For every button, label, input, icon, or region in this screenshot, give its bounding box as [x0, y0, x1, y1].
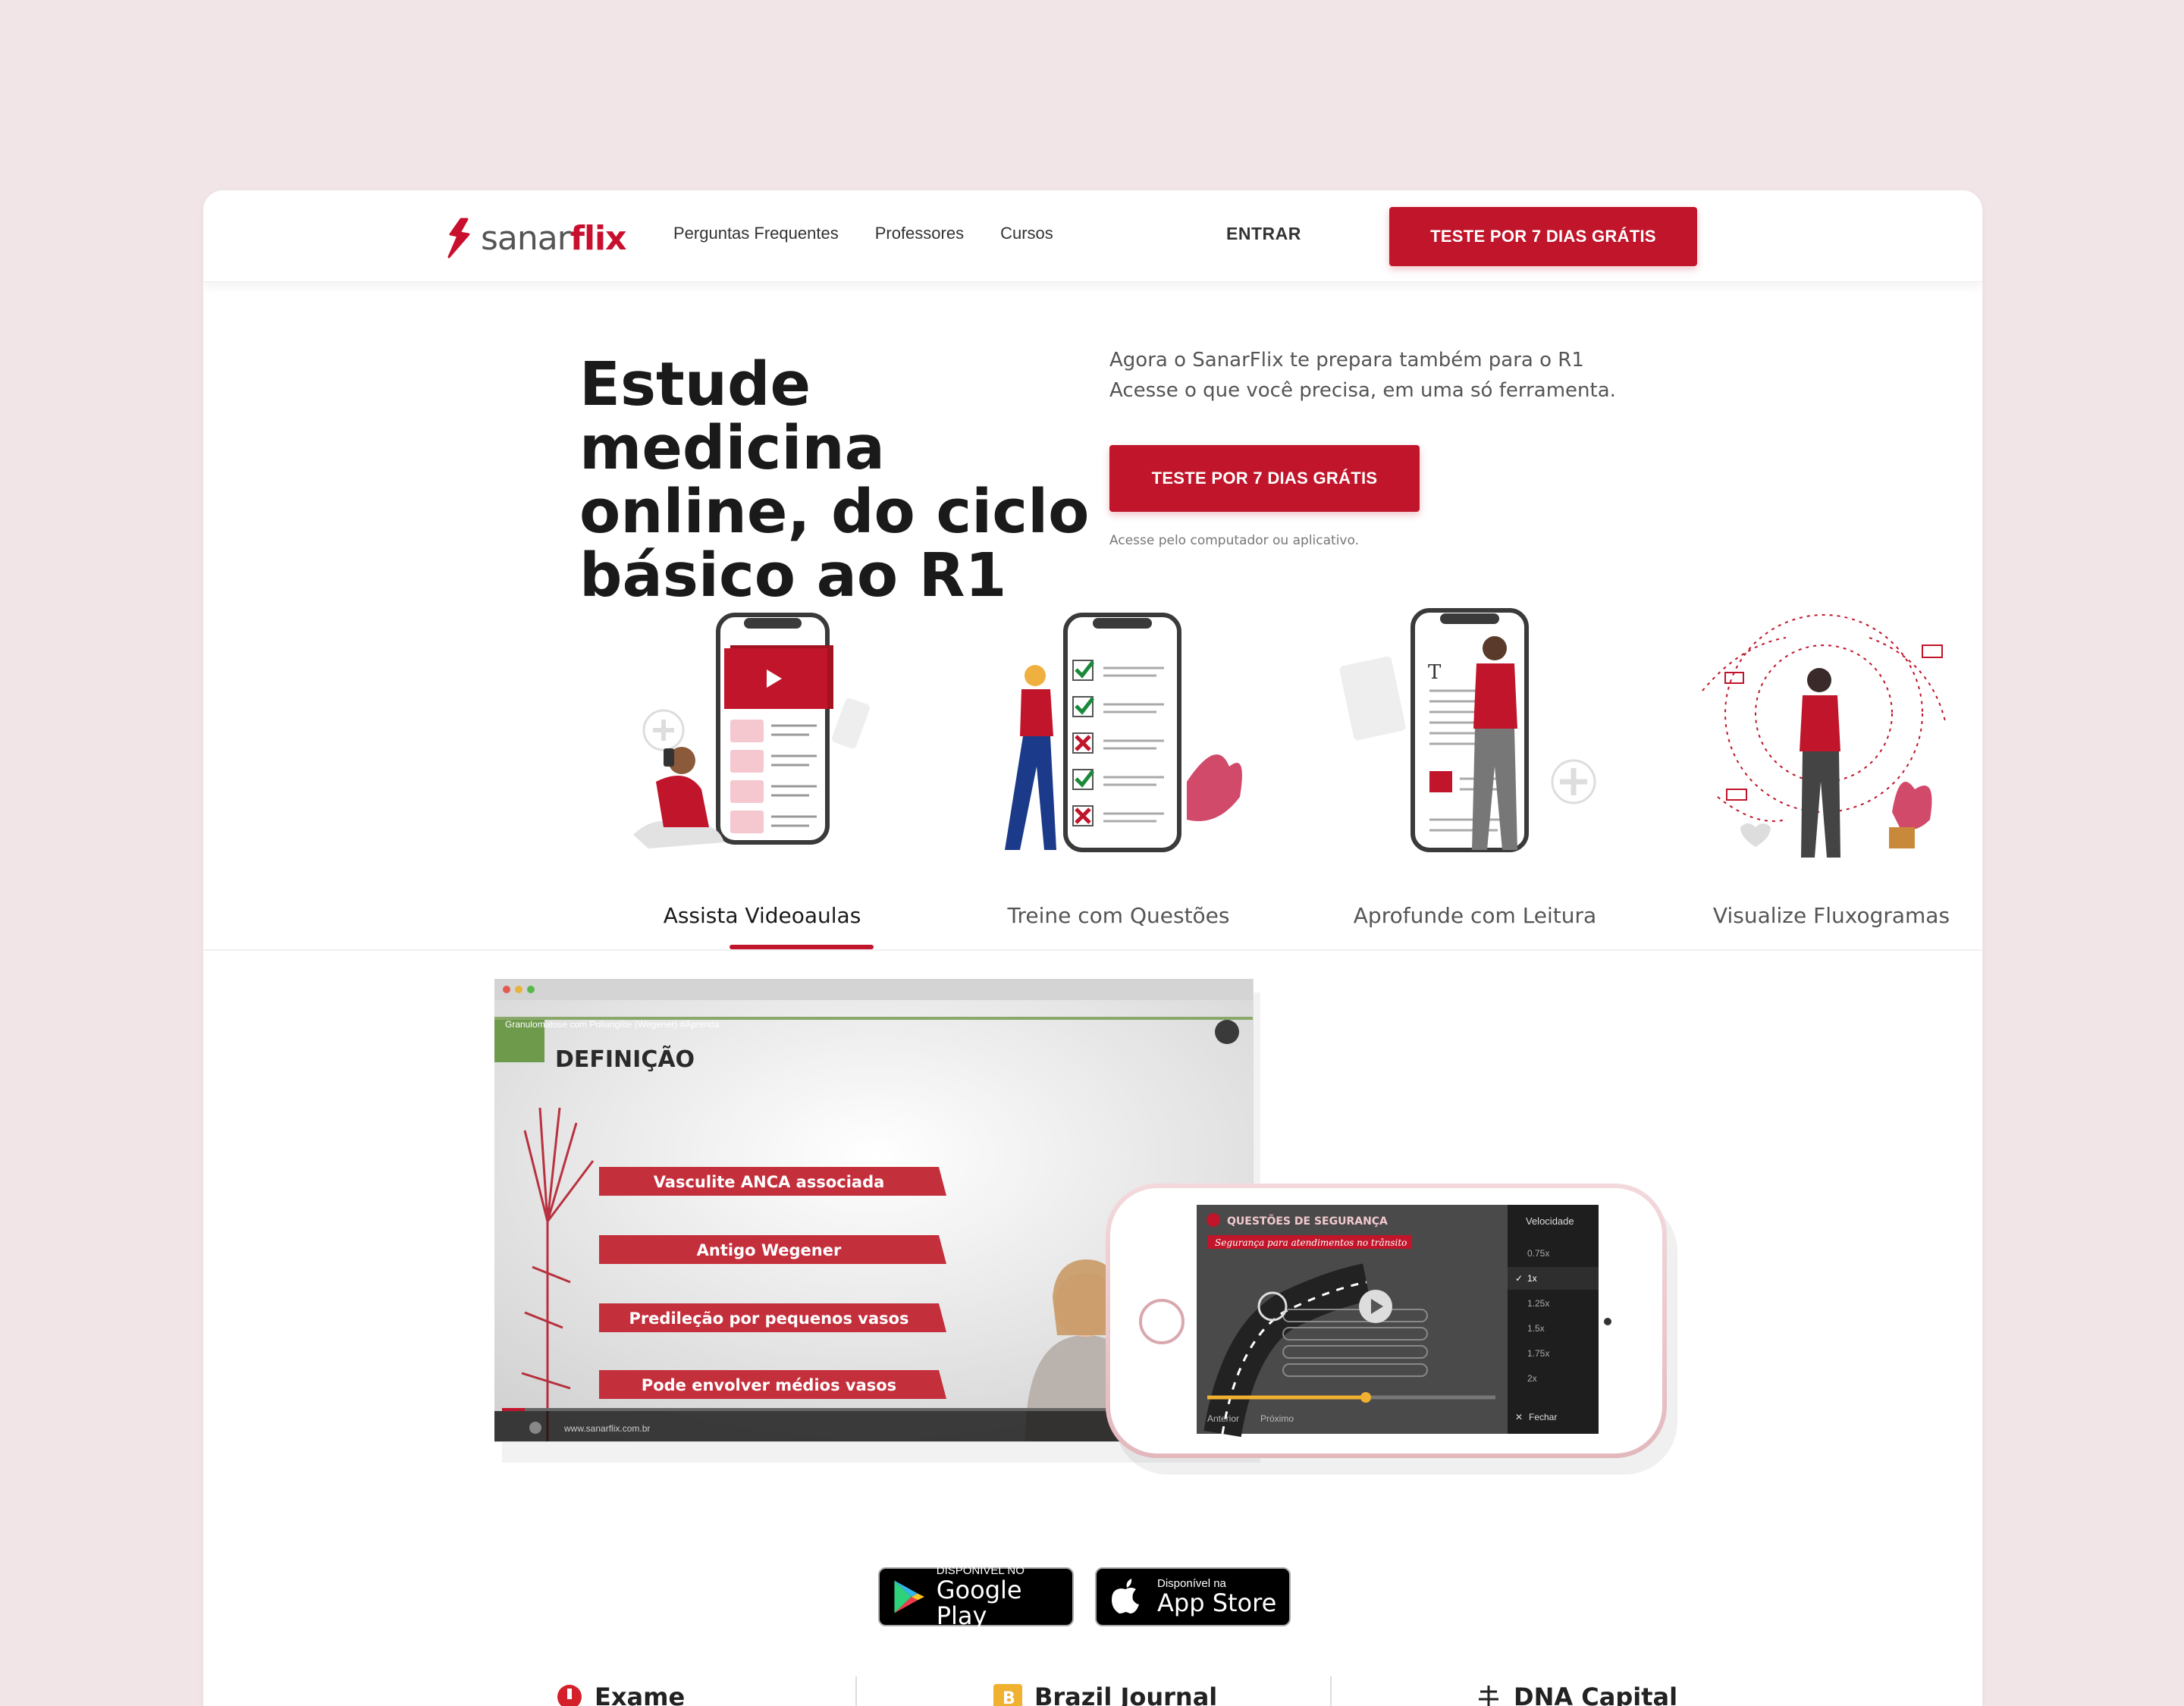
speed-option[interactable]: 1.75x: [1527, 1348, 1549, 1359]
slide-bullet: Predileção por pequenos vasos: [629, 1309, 908, 1328]
speed-menu-close[interactable]: Fechar: [1529, 1412, 1557, 1422]
tab-label: Visualize Fluxogramas: [1712, 903, 1950, 928]
google-play-big-text: Google Play: [936, 1576, 1022, 1630]
speed-option[interactable]: 1.25x: [1527, 1298, 1549, 1309]
tab-label: Aprofunde com Leitura: [1353, 903, 1597, 928]
tab-leitura[interactable]: T Aprofunde com Leitura: [1316, 600, 1634, 951]
player-play-icon[interactable]: [529, 1422, 541, 1434]
top-navigation: sanarflix Perguntas Frequentes Professor…: [203, 190, 1982, 282]
speed-option[interactable]: 2x: [1527, 1373, 1537, 1384]
logo-text-sanar: sanar: [481, 218, 571, 258]
hero-title-line: básico ao R1: [579, 541, 1007, 610]
phone-prev[interactable]: Anterior: [1207, 1413, 1239, 1424]
press-logos: Exame B Brazil Journal DNA Capital: [203, 1676, 1982, 1706]
phone-next[interactable]: Próximo: [1260, 1413, 1294, 1424]
apple-icon: [1112, 1579, 1139, 1613]
slide-title: DEFINIÇÃO: [555, 1045, 695, 1073]
login-link[interactable]: ENTRAR: [1226, 224, 1301, 244]
hero-title: Estude medicina online, do ciclo básico …: [579, 353, 1095, 607]
press-brazil-journal: B Brazil Journal: [993, 1682, 1217, 1706]
nav-trial-button[interactable]: TESTE POR 7 DIAS GRÁTIS: [1389, 207, 1697, 266]
tab-fluxogramas[interactable]: Visualize Fluxogramas: [1672, 600, 1982, 951]
press-name: DNA Capital: [1514, 1682, 1678, 1706]
press-exame: Exame: [557, 1682, 685, 1706]
slide-bullet: Pode envolver médios vasos: [642, 1376, 896, 1394]
brazil-journal-logo-icon: B: [993, 1684, 1022, 1706]
press-divider: [1330, 1676, 1332, 1706]
player-url: www.sanarflix.com.br: [563, 1423, 650, 1434]
dna-capital-logo-icon: [1479, 1686, 1498, 1706]
nav-link-cursos[interactable]: Cursos: [1000, 224, 1053, 243]
phone-home-button: [1139, 1299, 1185, 1344]
speed-option[interactable]: 1x: [1527, 1273, 1537, 1284]
nav-link-professores[interactable]: Professores: [875, 224, 964, 243]
speed-option[interactable]: 0.75x: [1527, 1248, 1549, 1259]
phone-video-subtitle: Segurança para atendimentos no trânsito: [1215, 1237, 1407, 1248]
fluxogramas-illustration-icon: [1702, 614, 1946, 858]
press-name: Exame: [595, 1682, 686, 1706]
nav-links: Perguntas Frequentes Professores Cursos: [673, 224, 1053, 243]
videoaulas-illustration-icon: [633, 613, 870, 848]
slide-bullet: Vasculite ANCA associada: [654, 1173, 885, 1191]
logo-text: sanarflix: [481, 218, 627, 258]
questoes-illustration-icon: [1005, 613, 1242, 852]
window-minimize-dot: [515, 986, 522, 993]
phone-video-title: QUESTÕES DE SEGURANÇA: [1227, 1214, 1388, 1228]
speed-option[interactable]: 1.5x: [1527, 1323, 1545, 1334]
video-header: Granulomatose com Poliangiíte (Wegener) …: [505, 1019, 720, 1030]
svg-text:T: T: [1428, 661, 1442, 684]
window-maximize-dot: [527, 986, 535, 993]
speed-menu-title: Velocidade: [1526, 1215, 1574, 1227]
landing-page-card: sanarflix Perguntas Frequentes Professor…: [203, 190, 1982, 1706]
slide-bullet: Antigo Wegener: [697, 1241, 842, 1259]
video-demo-graphic: Granulomatose com Poliangiíte (Wegener) …: [494, 978, 1677, 1475]
store-badges: DISPONÍVEL NO Google Play Disponível na …: [878, 1565, 1291, 1630]
player-settings-icon[interactable]: [1215, 1020, 1239, 1044]
nav-link-faq[interactable]: Perguntas Frequentes: [673, 224, 839, 243]
app-store-big-text: App Store: [1157, 1588, 1277, 1617]
press-divider: [855, 1676, 857, 1706]
phone-progress-handle[interactable]: [1360, 1392, 1371, 1403]
hero-subtitle-line: Acesse o que você precisa, em uma só fer…: [1109, 379, 1616, 402]
svg-text:✓: ✓: [1515, 1273, 1523, 1284]
press-dna-capital: DNA Capital: [1476, 1682, 1677, 1706]
press-name: Brazil Journal: [1034, 1682, 1218, 1706]
leitura-illustration-icon: T: [1339, 608, 1596, 852]
tab-label: Treine com Questões: [1007, 903, 1230, 928]
sanarflix-logo[interactable]: sanarflix: [444, 218, 627, 259]
svg-text:B: B: [1003, 1689, 1015, 1706]
app-store-badge[interactable]: Disponível na App Store: [1095, 1567, 1291, 1626]
hero-subtitle-line: Agora o SanarFlix te prepara também para…: [1109, 349, 1584, 372]
logo-mark-icon: [447, 218, 470, 259]
tab-questoes[interactable]: Treine com Questões: [959, 600, 1278, 951]
hero-title-line: Estude medicina: [579, 350, 885, 483]
hero-trial-button[interactable]: TESTE POR 7 DIAS GRÁTIS: [1109, 445, 1420, 512]
hero-title-line: online, do ciclo: [579, 477, 1090, 547]
logo-text-flix: flix: [570, 218, 627, 258]
hero-note: Acesse pelo computador ou aplicativo.: [1109, 533, 1359, 548]
video-demo: Granulomatose com Poliangiíte (Wegener) …: [494, 978, 1731, 1529]
google-play-badge[interactable]: DISPONÍVEL NO Google Play: [878, 1565, 1074, 1630]
feature-tabs: Assista Videoaulas Treine com Questões T…: [203, 600, 1982, 951]
google-play-icon: [894, 1580, 925, 1613]
window-close-dot: [503, 986, 510, 993]
exame-logo-icon: [557, 1685, 582, 1706]
active-tab-indicator: [730, 945, 874, 949]
tab-videoaulas[interactable]: Assista Videoaulas: [603, 600, 921, 951]
svg-text:✕: ✕: [1515, 1412, 1523, 1422]
hero-subtitle: Agora o SanarFlix te prepara também para…: [1109, 345, 1616, 406]
tab-label: Assista Videoaulas: [663, 903, 861, 928]
